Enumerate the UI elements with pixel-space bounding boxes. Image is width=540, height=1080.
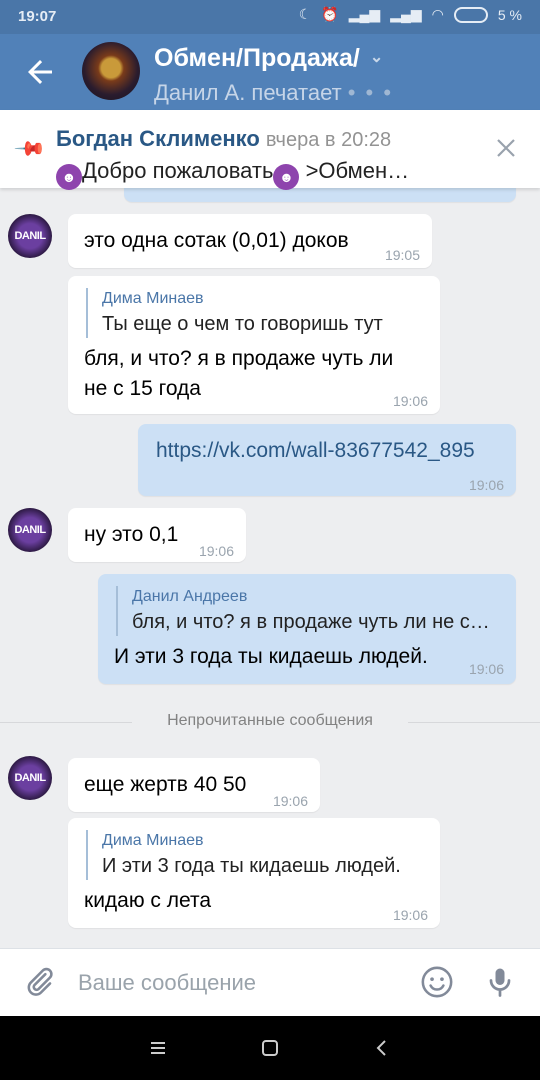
system-nav-bar (0, 1016, 540, 1080)
pinned-message[interactable]: 📌 Богдан Склименко вчера в 20:28 ☻ Добро п… (0, 110, 540, 190)
status-icons: ☾ ⏰ ▂▄▆ ▂▄▆ ◠ 5 % (299, 6, 522, 23)
avatar[interactable]: DANIL (8, 508, 52, 552)
message-input[interactable] (78, 961, 398, 1005)
message-text-line: бля, и что? я в продаже чуть ли (84, 347, 394, 370)
message-time: 19:06 (198, 543, 234, 559)
message-bubble[interactable]: это одна сотак (0,01) доков 19:05 (68, 214, 432, 268)
quote-author: Дима Минаев (102, 832, 204, 849)
typing-status-text: Данил А. печатает (154, 80, 342, 105)
message-text: ну это 0,1 (84, 523, 179, 546)
quoted-message[interactable]: Данил Андреев бля, и что? я в продаже чу… (116, 586, 490, 636)
menu-icon[interactable] (146, 1036, 170, 1060)
quote-text: Ты еще о чем то говоришь тут (102, 313, 383, 335)
message-bubble-outgoing[interactable]: Данил Андреев бля, и что? я в продаже чу… (98, 574, 516, 684)
pin-icon: 📌 (13, 132, 47, 166)
back-arrow-icon[interactable] (22, 54, 58, 90)
divider-label: Непрочитанные сообщения (167, 712, 373, 729)
chat-avatar[interactable] (82, 42, 140, 100)
quoted-message[interactable]: Дима Минаев И эти 3 года ты кидаешь люде… (86, 830, 401, 880)
pinned-text-suffix: >Обмен… (299, 158, 410, 183)
chat-title[interactable]: Обмен/Продажа/ ⌄ (154, 44, 383, 73)
dnd-icon: ☾ (298, 6, 312, 22)
battery-level: 5 % (497, 6, 522, 23)
message-composer (0, 948, 540, 1016)
message-bubble[interactable]: еще жертв 40 50 19:06 (68, 758, 320, 812)
microphone-icon[interactable] (482, 963, 518, 1001)
back-icon[interactable] (370, 1036, 394, 1060)
home-icon[interactable] (258, 1036, 282, 1060)
message-link[interactable]: https://vk.com/wall-83677542_895 (156, 436, 475, 466)
signal-icon: ▂▄▆ (348, 6, 381, 22)
quote-author: Дима Минаев (102, 290, 204, 307)
message-time: 19:05 (384, 247, 420, 263)
message-text: И эти 3 года ты кидаешь людей. (114, 645, 428, 668)
chat-title-text: Обмен/Продажа/ (154, 44, 360, 72)
unread-divider: Непрочитанные сообщения (0, 708, 540, 738)
signal-icon-2: ▂▄▆ (390, 6, 422, 22)
emoji-icon[interactable] (420, 965, 454, 999)
message-time: 19:06 (272, 793, 308, 809)
chevron-down-icon: ⌄ (369, 49, 384, 66)
message-text: кидаю с лета (84, 889, 212, 912)
alarm-icon: ⏰ (321, 6, 339, 22)
avatar[interactable]: DANIL (8, 756, 52, 800)
message-text: еще жертв 40 50 (84, 773, 247, 796)
quote-author: Данил Андреев (132, 588, 248, 605)
quoted-message[interactable]: Дима Минаев Ты еще о чем то говоришь тут (86, 288, 383, 338)
battery-icon (453, 6, 488, 23)
pinned-text-prefix: Добро пожаловать (82, 158, 274, 183)
message-bubble-outgoing[interactable]: https://vk.com/wall-83677542_895 19:06 (138, 424, 516, 496)
typing-status: Данил А. печатает • • • (154, 80, 393, 106)
avatar[interactable]: DANIL (8, 214, 52, 258)
message-list[interactable]: DANIL это одна сотак (0,01) доков 19:05 … (0, 188, 540, 948)
message-time: 19:06 (468, 661, 504, 677)
message-bubble[interactable]: ну это 0,1 19:06 (68, 508, 246, 562)
pinned-author-name: Богдан Склименко (56, 126, 260, 151)
quote-text: И эти 3 года ты кидаешь людей. (102, 855, 401, 877)
message-text: это одна сотак (0,01) доков (84, 229, 349, 252)
devil-emoji-icon: ☻ (273, 164, 300, 190)
pinned-text: ☻ Добро пожаловать ☻ >Обмен… (56, 158, 476, 190)
message-bubble-outgoing[interactable] (124, 188, 516, 202)
message-time: 19:06 (392, 907, 428, 923)
close-icon[interactable] (494, 136, 518, 160)
divider-line (408, 722, 540, 723)
chat-header: Обмен/Продажа/ ⌄ Данил А. печатает • • • (0, 34, 540, 110)
message-time: 19:06 (468, 477, 504, 493)
message-time: 19:06 (392, 393, 428, 409)
message-bubble[interactable]: Дима Минаев И эти 3 года ты кидаешь люде… (68, 818, 440, 928)
message-text-line: не с 15 года (84, 377, 201, 400)
wifi-icon: ◠ (431, 6, 444, 22)
paperclip-icon[interactable] (22, 965, 56, 999)
status-time: 19:07 (18, 8, 57, 25)
status-bar: 19:07 ☾ ⏰ ▂▄▆ ▂▄▆ ◠ 5 % (0, 0, 540, 34)
typing-dots: • • • (347, 80, 394, 105)
pinned-time: вчера в 20:28 (265, 129, 392, 151)
quote-text: бля, и что? я в продаже чуть ли не с… (132, 611, 490, 633)
pinned-author: Богдан Склименко вчера в 20:28 (56, 126, 391, 152)
message-bubble[interactable]: Дима Минаев Ты еще о чем то говоришь тут… (68, 276, 440, 414)
devil-emoji-icon: ☻ (56, 164, 82, 190)
